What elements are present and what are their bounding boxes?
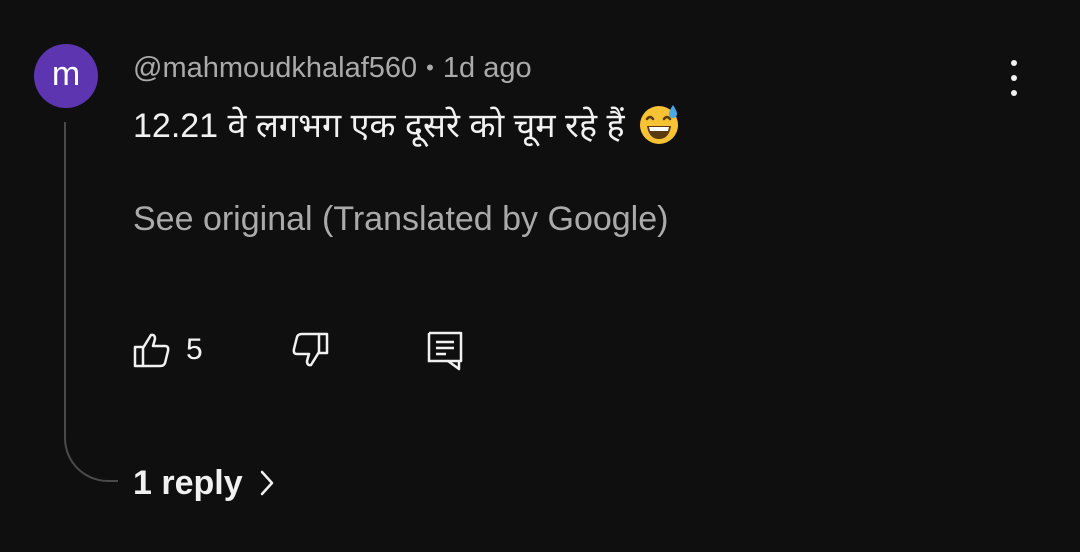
avatar-letter: m: [51, 55, 81, 93]
view-replies-button[interactable]: 1 reply: [133, 460, 275, 506]
thread-connector-line: [64, 122, 118, 482]
grinning-face-with-sweat-icon: [639, 105, 678, 144]
thumbs-up-icon: [133, 333, 170, 368]
author-handle[interactable]: @mahmoudkhalaf560: [133, 52, 417, 85]
chevron-right-icon: [260, 470, 273, 496]
separator-dot: •: [426, 55, 434, 80]
comment-time: 1d ago: [442, 51, 532, 84]
dislike-button[interactable]: [286, 328, 330, 372]
thumbs-down-icon: [292, 332, 329, 367]
see-original-link[interactable]: See original (Translated by Google): [133, 196, 668, 242]
more-dot: [1011, 90, 1017, 96]
more-vertical-icon[interactable]: [1000, 58, 1028, 98]
comment-icon: [427, 331, 463, 371]
like-count: 5: [186, 333, 203, 366]
replies-label: 1 reply: [133, 463, 243, 502]
avatar[interactable]: m: [34, 44, 98, 108]
reply-button[interactable]: [426, 328, 466, 372]
comment-thread: m @mahmoudkhalaf560 • 1d ago 12.21 वे लग…: [0, 0, 1080, 552]
like-button[interactable]: 5: [132, 328, 203, 372]
comment-text: 12.21 वे लगभग एक दूसरे को चूम रहे हैं: [133, 100, 681, 148]
comment-body: 12.21 वे लगभग एक दूसरे को चूम रहे हैं: [133, 107, 625, 145]
comment-header: @mahmoudkhalaf560 • 1d ago: [133, 50, 532, 86]
more-dot: [1011, 60, 1017, 66]
more-dot: [1011, 75, 1017, 81]
